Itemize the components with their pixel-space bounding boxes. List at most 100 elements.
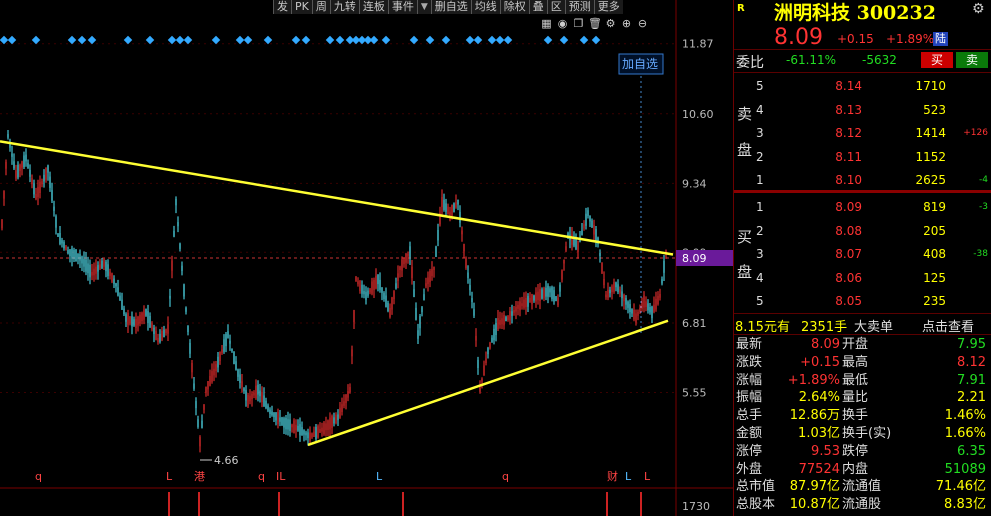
candle[interactable] (125, 312, 127, 327)
candle[interactable] (391, 296, 393, 315)
candle[interactable] (383, 291, 385, 302)
candle[interactable] (259, 383, 261, 403)
candle[interactable] (385, 287, 387, 308)
candle[interactable] (521, 296, 523, 310)
candle[interactable] (477, 356, 479, 375)
candle[interactable] (285, 414, 287, 435)
candle[interactable] (389, 303, 391, 319)
toolbar-button[interactable]: 发 (273, 0, 291, 14)
candle[interactable] (319, 422, 321, 434)
candle[interactable] (55, 214, 57, 235)
candle[interactable] (303, 429, 305, 442)
settings-icon[interactable]: ⚙ (972, 1, 985, 17)
candle[interactable] (95, 259, 97, 280)
candle[interactable] (281, 416, 283, 427)
candle[interactable] (3, 190, 5, 206)
candle[interactable] (235, 356, 237, 371)
candle[interactable] (523, 292, 525, 310)
candle[interactable] (369, 288, 371, 295)
order-level[interactable]: 4 8.06 125 (734, 266, 991, 290)
candle[interactable] (533, 294, 535, 303)
candle[interactable] (581, 222, 583, 236)
candle[interactable] (141, 311, 143, 325)
toolbar-button[interactable]: 删自选 (430, 0, 471, 14)
candle[interactable] (631, 308, 633, 318)
order-level[interactable]: 2 8.11 1152 (734, 145, 991, 169)
candle[interactable] (557, 294, 559, 308)
candle[interactable] (561, 269, 563, 283)
order-level[interactable]: 2 8.08 205 (734, 219, 991, 243)
candle[interactable] (159, 329, 161, 344)
candle[interactable] (225, 331, 227, 353)
candle[interactable] (37, 179, 39, 206)
candle[interactable] (423, 288, 425, 301)
candle[interactable] (563, 259, 565, 271)
candle[interactable] (145, 308, 147, 317)
candle[interactable] (621, 284, 623, 307)
order-level[interactable]: 1 8.09 819 -3 (734, 195, 991, 219)
candle[interactable] (329, 412, 331, 438)
candle[interactable] (529, 292, 531, 303)
candle[interactable] (481, 377, 483, 389)
candle[interactable] (379, 272, 381, 293)
event-diamond[interactable] (579, 35, 589, 45)
candle[interactable] (591, 218, 593, 228)
candle[interactable] (397, 265, 399, 289)
event-diamond[interactable] (175, 35, 185, 45)
candle[interactable] (49, 171, 51, 192)
candle[interactable] (289, 413, 291, 437)
event-marker[interactable]: 财 (607, 469, 618, 483)
delete-icon[interactable]: 🗑 (588, 16, 602, 31)
candle[interactable] (293, 418, 295, 434)
candle[interactable] (33, 179, 35, 199)
candle[interactable] (333, 412, 335, 427)
order-level[interactable]: 1 8.10 2625 -4 (734, 168, 991, 192)
candle[interactable] (393, 290, 395, 305)
candle[interactable] (431, 261, 433, 281)
candle[interactable] (331, 414, 333, 435)
candle[interactable] (535, 287, 537, 308)
candle[interactable] (59, 226, 61, 246)
candle[interactable] (497, 309, 499, 332)
candle[interactable] (167, 316, 169, 341)
candle[interactable] (645, 296, 647, 312)
candle[interactable] (201, 414, 203, 429)
event-diamond[interactable] (291, 35, 301, 45)
candle[interactable] (343, 394, 345, 409)
candle[interactable] (401, 256, 403, 277)
event-diamond[interactable] (167, 35, 177, 45)
candle[interactable] (483, 360, 485, 376)
candle[interactable] (103, 258, 105, 270)
candle[interactable] (425, 277, 427, 289)
sell-button[interactable]: 卖 (956, 52, 988, 68)
candle[interactable] (91, 264, 93, 281)
candle[interactable] (229, 334, 231, 351)
event-diamond[interactable] (487, 35, 497, 45)
candle[interactable] (265, 397, 267, 410)
candle[interactable] (31, 174, 33, 189)
candle[interactable] (655, 291, 657, 312)
candle[interactable] (89, 259, 91, 285)
event-marker[interactable]: L (625, 470, 632, 483)
candle[interactable] (639, 304, 641, 314)
view-detail-link[interactable]: 点击查看 (922, 316, 974, 335)
candle[interactable] (17, 161, 19, 180)
candle[interactable] (347, 384, 349, 402)
candle[interactable] (181, 261, 183, 276)
grid-icon[interactable]: ▦ (540, 16, 553, 31)
candle[interactable] (463, 243, 465, 259)
candle[interactable] (623, 293, 625, 310)
event-diamond[interactable] (543, 35, 553, 45)
event-marker[interactable]: L (376, 470, 383, 483)
candle[interactable] (445, 198, 447, 217)
event-diamond[interactable] (425, 35, 435, 45)
candle[interactable] (69, 249, 71, 263)
candle[interactable] (503, 311, 505, 330)
event-marker[interactable]: L (166, 470, 173, 483)
toolbar-button[interactable]: ▼ (416, 0, 431, 14)
candle[interactable] (219, 351, 221, 365)
candle[interactable] (615, 281, 617, 292)
order-level[interactable]: 5 8.14 1710 (734, 74, 991, 98)
add-watch-label[interactable]: 加自选 (622, 57, 658, 71)
event-diamond[interactable] (31, 35, 41, 45)
